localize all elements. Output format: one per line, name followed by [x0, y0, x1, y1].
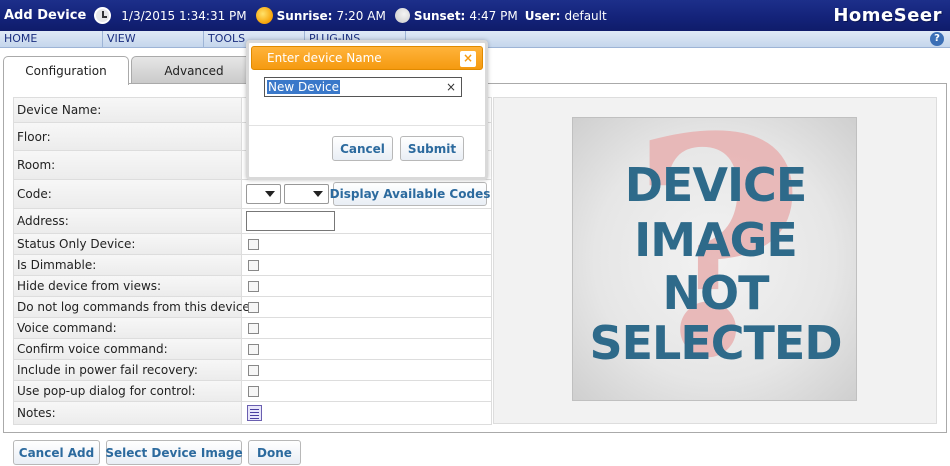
dimmable-checkbox[interactable]: [248, 259, 259, 271]
row-status-only: Status Only Device:: [13, 233, 492, 255]
close-icon[interactable]: ×: [460, 51, 476, 67]
dialog-title: Enter device Name: [267, 51, 382, 65]
hide-device-checkbox[interactable]: [248, 280, 259, 292]
clock-icon: [94, 7, 112, 24]
voice-command-checkbox[interactable]: [248, 322, 259, 334]
row-power-fail: Include in power fail recovery:: [13, 359, 492, 381]
sun-icon: [255, 7, 273, 24]
help-icon[interactable]: ?: [930, 32, 944, 46]
row-popup-dialog: Use pop-up dialog for control:: [13, 380, 492, 402]
header-bar: Add Device 1/3/2015 1:34:31 PM Sunrise: …: [0, 0, 950, 31]
image-text-line-3: NOT: [662, 266, 770, 320]
no-log-checkbox[interactable]: [248, 301, 259, 313]
dialog-cancel-button[interactable]: Cancel: [332, 136, 393, 161]
current-datetime: 1/3/2015 1:34:31 PM: [121, 8, 247, 23]
moon-icon: [394, 8, 410, 23]
code-label: Code:: [14, 180, 242, 208]
address-field: [242, 209, 491, 233]
sunrise-time: 7:20 AM: [336, 8, 386, 23]
code-unit-select[interactable]: [284, 184, 329, 204]
tab-configuration[interactable]: Configuration: [3, 56, 129, 85]
row-no-log: Do not log commands from this device:: [13, 296, 492, 318]
voice-command-label: Voice command:: [14, 318, 242, 338]
floor-label: Floor:: [14, 123, 242, 150]
status-only-label: Status Only Device:: [14, 234, 242, 254]
sunset-label: Sunset:: [413, 8, 466, 23]
done-button[interactable]: Done: [248, 440, 301, 465]
notes-label: Notes:: [14, 402, 242, 424]
dialog-divider: [249, 125, 485, 126]
status-only-checkbox[interactable]: [248, 238, 259, 250]
sunset-time: 4:47 PM: [469, 8, 518, 23]
power-fail-label: Include in power fail recovery:: [14, 360, 242, 380]
sunrise-label: Sunrise:: [276, 8, 333, 23]
device-name-input[interactable]: New Device ×: [264, 77, 462, 97]
row-dimmable: Is Dimmable:: [13, 254, 492, 276]
device-image-placeholder: ? DEVICE IMAGE NOT SELECTED: [572, 117, 857, 401]
popup-dialog-label: Use pop-up dialog for control:: [14, 381, 242, 401]
popup-dialog-checkbox[interactable]: [248, 385, 259, 397]
power-fail-checkbox[interactable]: [248, 364, 259, 376]
clear-input-icon[interactable]: ×: [446, 79, 456, 95]
confirm-voice-checkbox[interactable]: [248, 343, 259, 355]
code-house-select[interactable]: [246, 184, 281, 204]
display-codes-button[interactable]: Display Available Codes: [330, 182, 490, 206]
tab-advanced[interactable]: Advanced: [131, 56, 257, 84]
no-log-label: Do not log commands from this device:: [14, 297, 254, 317]
image-text-line-2: IMAGE: [634, 213, 798, 267]
select-device-image-button[interactable]: Select Device Image: [105, 440, 243, 465]
address-input[interactable]: [246, 211, 335, 231]
confirm-voice-label: Confirm voice command:: [14, 339, 242, 359]
page-title: Add Device: [4, 8, 87, 23]
row-address: Address:: [13, 208, 492, 234]
dialog-submit-button[interactable]: Submit: [400, 136, 464, 161]
enter-device-name-dialog: Enter device Name × New Device × Cancel …: [246, 40, 488, 180]
row-confirm-voice: Confirm voice command:: [13, 338, 492, 360]
dimmable-label: Is Dimmable:: [14, 255, 242, 275]
image-text-line-4: SELECTED: [589, 316, 842, 370]
row-notes: Notes:: [13, 401, 492, 425]
code-field: Display Available Codes: [242, 180, 491, 208]
dialog-title-bar: Enter device Name ×: [251, 46, 483, 70]
device-name-label: Device Name:: [14, 98, 242, 122]
homeseer-logo: HomeSeer: [833, 5, 942, 26]
menu-home[interactable]: HOME: [0, 31, 103, 48]
device-name-value: New Device: [267, 80, 341, 94]
row-hide-device: Hide device from views:: [13, 275, 492, 297]
image-text-line-1: DEVICE: [624, 158, 808, 212]
address-label: Address:: [14, 209, 242, 233]
user-label: User:: [524, 8, 561, 23]
room-label: Room:: [14, 151, 242, 179]
menu-view[interactable]: VIEW: [103, 31, 204, 48]
row-voice-command: Voice command:: [13, 317, 492, 339]
user-name: default: [564, 8, 607, 23]
row-code: Code: Display Available Codes: [13, 179, 492, 209]
notes-icon[interactable]: [247, 405, 262, 421]
hide-device-label: Hide device from views:: [14, 276, 242, 296]
cancel-add-button[interactable]: Cancel Add: [13, 440, 100, 465]
